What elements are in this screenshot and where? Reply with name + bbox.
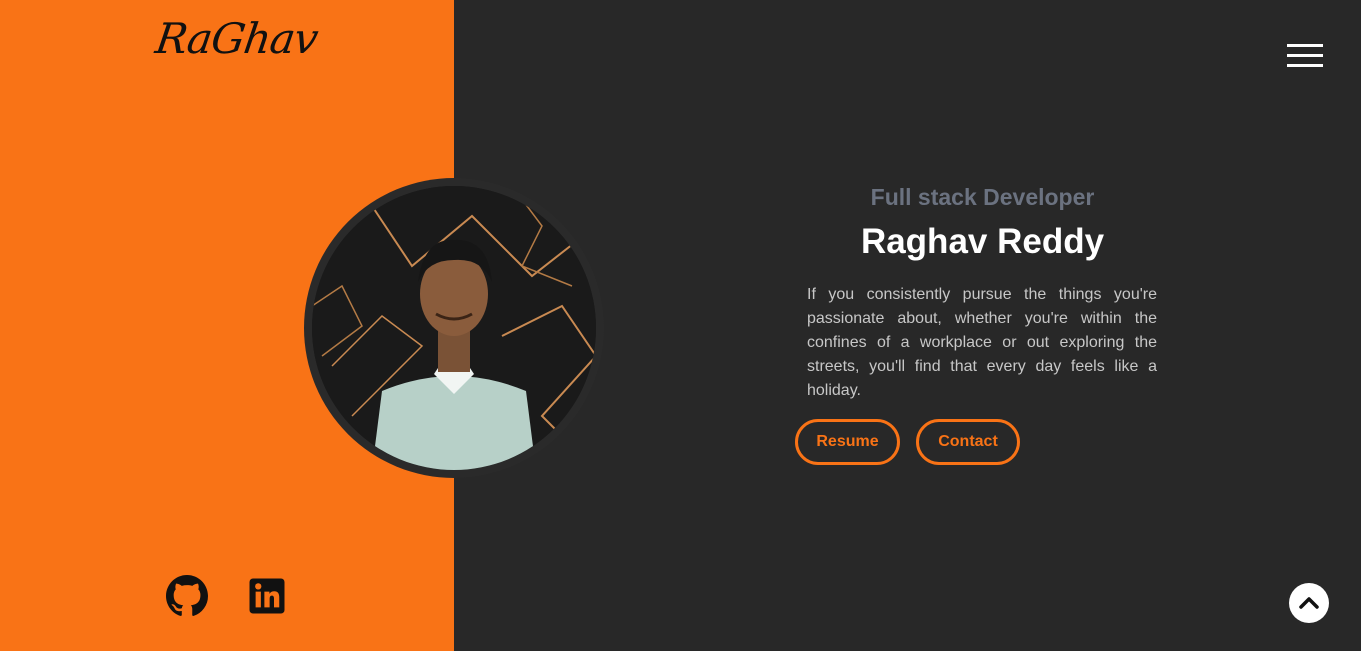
profile-photo-frame: [304, 178, 604, 478]
profile-photo-illustration: [312, 186, 596, 470]
contact-button[interactable]: Contact: [916, 419, 1020, 465]
scroll-to-top-button[interactable]: [1289, 583, 1329, 623]
menu-bar: [1287, 64, 1323, 67]
person-name: Raghav Reddy: [860, 222, 1105, 261]
menu-bar: [1287, 54, 1323, 57]
site-logo[interactable]: RaGhav: [153, 14, 321, 63]
job-title: Full stack Developer: [870, 184, 1095, 210]
linkedin-icon[interactable]: [246, 575, 288, 617]
chevron-up-icon: [1299, 597, 1319, 609]
github-icon[interactable]: [166, 575, 208, 617]
hamburger-menu-icon[interactable]: [1287, 44, 1323, 68]
resume-button[interactable]: Resume: [795, 419, 900, 465]
profile-photo: [312, 186, 596, 470]
bio-text: If you consistently pursue the things yo…: [807, 286, 1157, 399]
menu-bar: [1287, 44, 1323, 47]
